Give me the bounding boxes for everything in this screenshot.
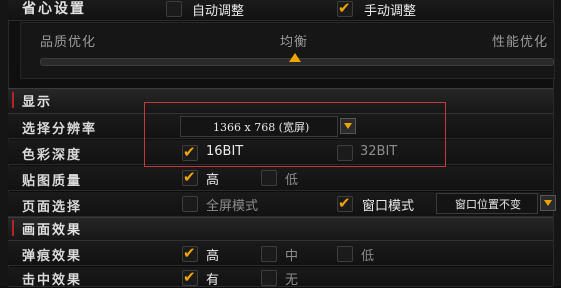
bullet-mid-label: 中 [285, 249, 299, 264]
page-label: 页面选择 [22, 200, 83, 215]
texture-high-checkbox[interactable] [182, 168, 198, 186]
windowed-label: 窗口模式 [362, 199, 415, 214]
effects-section-title: 画面效果 [22, 223, 83, 238]
bullet-low-label: 低 [361, 249, 375, 264]
bullet-label: 弹痕效果 [22, 249, 83, 264]
quality-mid-label: 均衡 [280, 35, 309, 50]
effects-section-header [8, 217, 553, 241]
section-accent-bar [12, 92, 14, 108]
bullet-high-label: 高 [206, 249, 220, 264]
quality-slider-thumb[interactable] [289, 53, 301, 62]
auto-adjust-label: 自动调整 [192, 4, 245, 19]
manual-adjust-checkbox[interactable] [337, 0, 353, 17]
window-position-dropdown[interactable]: 窗口位置不变 [436, 193, 538, 214]
bullet-mid-checkbox[interactable] [261, 246, 277, 262]
texture-high-label: 高 [206, 173, 220, 188]
bullet-low-checkbox[interactable] [337, 246, 353, 262]
window-position-dropdown-arrow[interactable] [540, 195, 556, 211]
hit-no-label: 无 [285, 273, 299, 288]
texture-low-label: 低 [285, 173, 299, 188]
texture-label: 贴图质量 [22, 174, 83, 189]
resolution-label: 选择分辨率 [22, 122, 98, 137]
texture-low-checkbox[interactable] [261, 170, 277, 186]
bullet-high-checkbox[interactable] [182, 244, 198, 262]
hit-row [8, 267, 553, 287]
color-depth-label: 色彩深度 [22, 148, 83, 163]
manual-adjust-label: 手动调整 [364, 4, 417, 19]
auto-adjust-checkbox[interactable] [166, 1, 182, 17]
section-accent-bar [12, 220, 14, 236]
quality-right-label: 性能优化 [492, 35, 549, 50]
hit-yes-label: 有 [206, 273, 220, 288]
display-section-title: 显示 [22, 95, 53, 110]
window-position-value: 窗口位置不变 [455, 198, 521, 211]
windowed-checkbox[interactable] [337, 194, 353, 212]
highlight-box [144, 102, 446, 167]
hit-label: 击中效果 [22, 273, 83, 288]
fullscreen-label: 全屏模式 [206, 199, 259, 214]
hit-yes-checkbox[interactable] [182, 268, 198, 286]
preset-row [8, 0, 553, 21]
preset-title: 省心设置 [22, 1, 86, 17]
fullscreen-checkbox[interactable] [182, 196, 198, 212]
texture-row [8, 166, 553, 191]
hit-no-checkbox[interactable] [261, 270, 277, 286]
quality-left-label: 品质优化 [40, 35, 97, 50]
bullet-row [8, 241, 553, 266]
